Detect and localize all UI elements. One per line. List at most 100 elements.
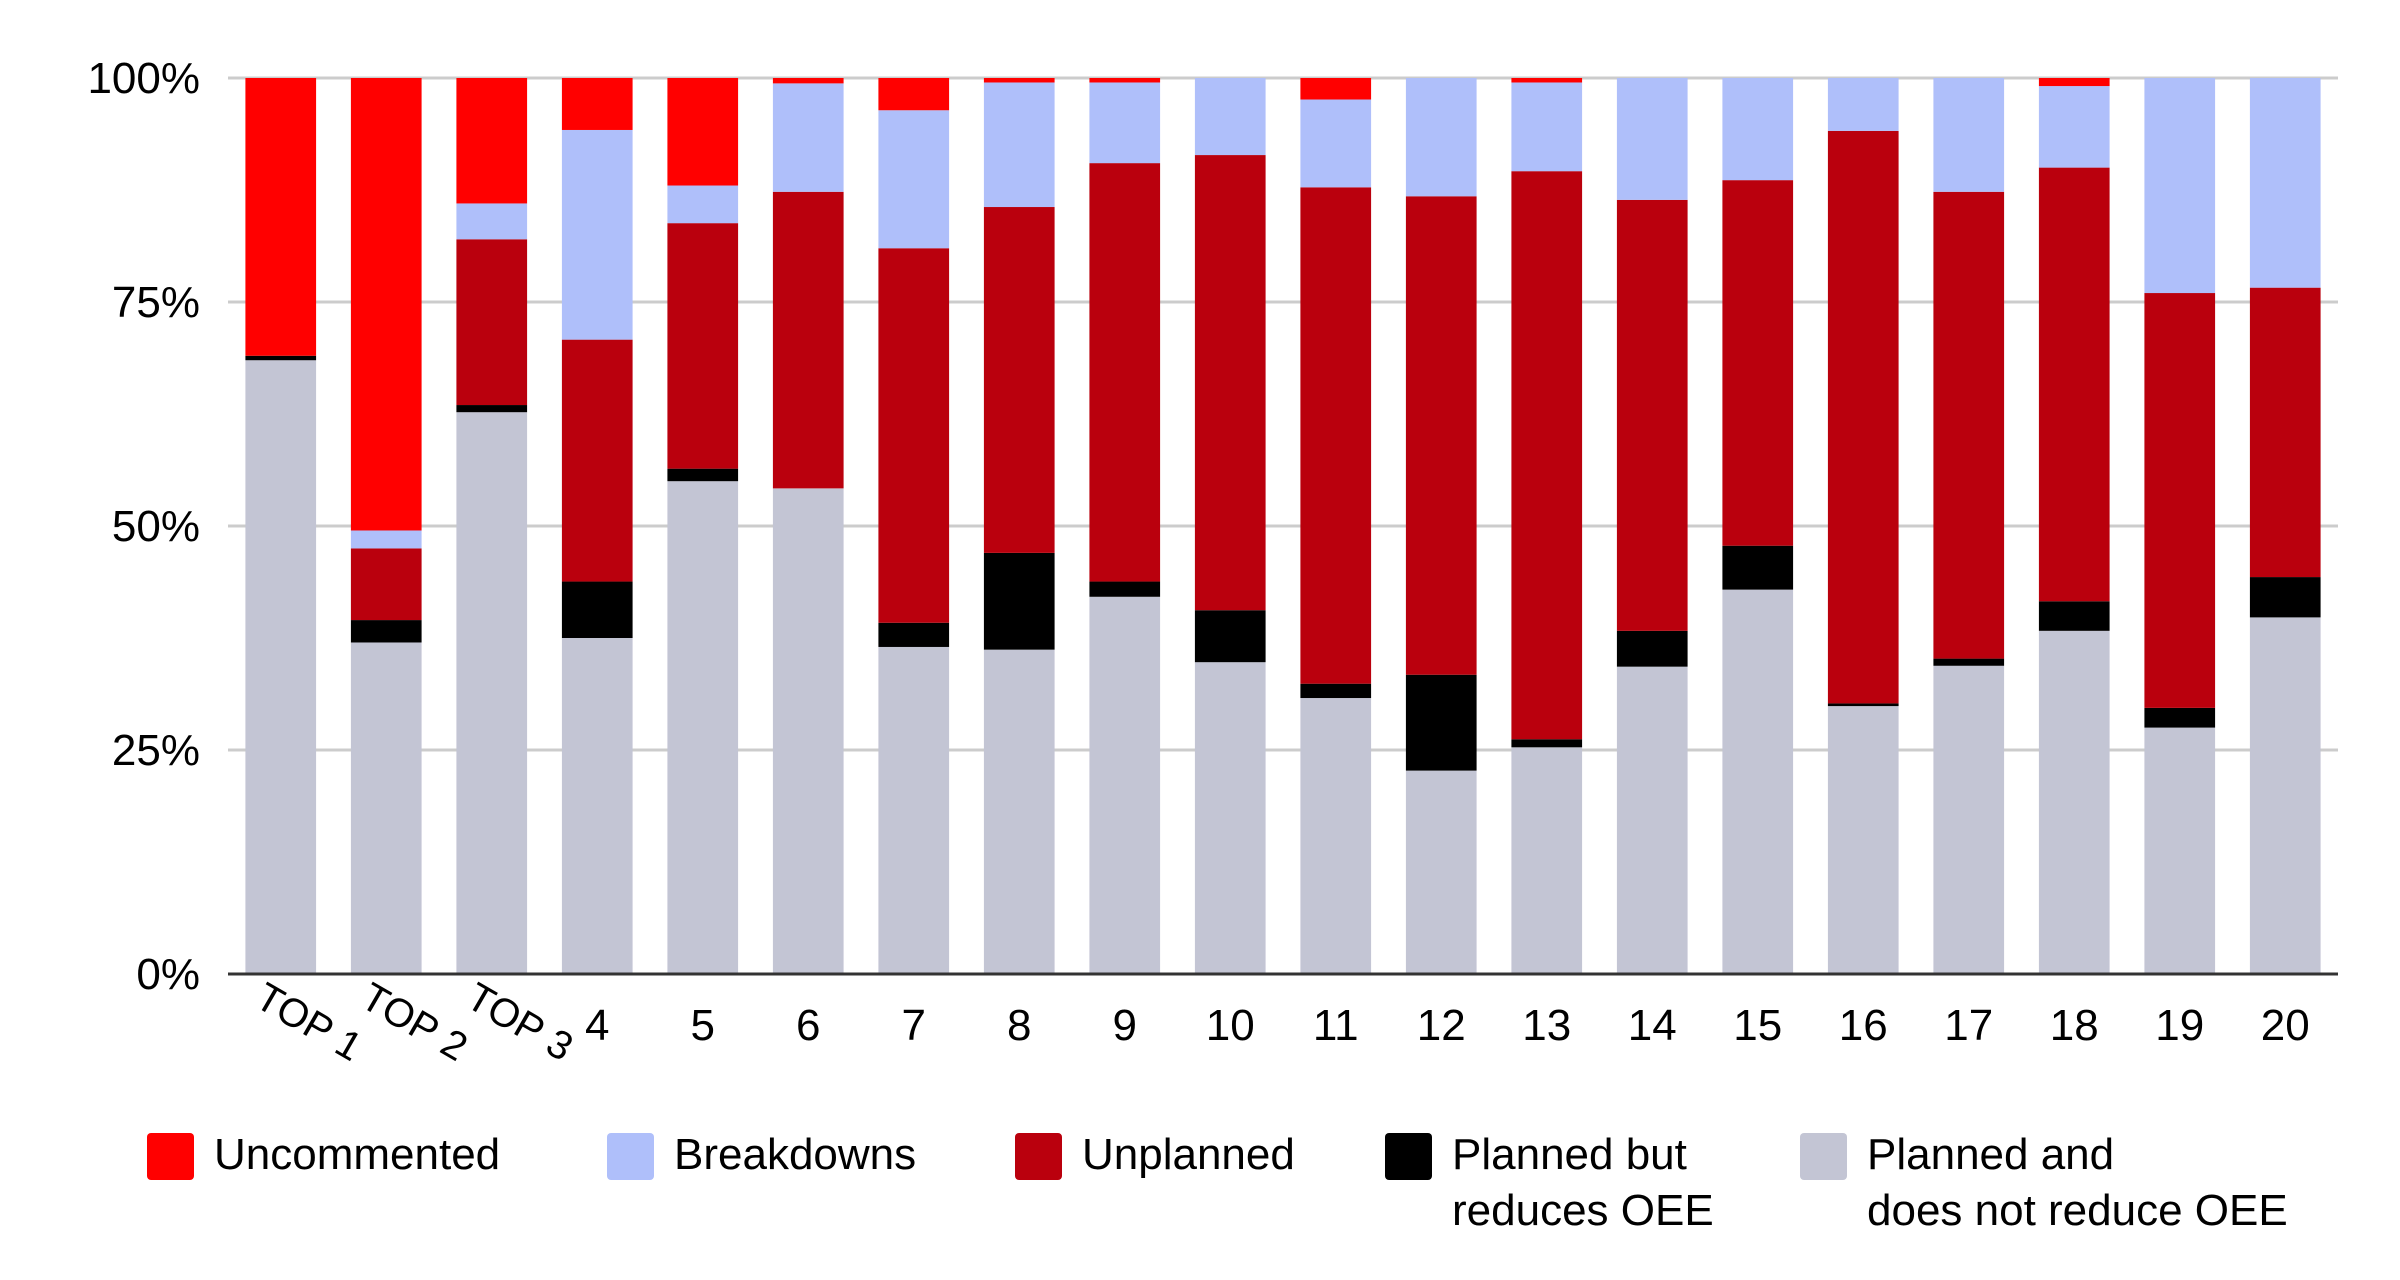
legend-label: Planned but reduces OEE	[1452, 1130, 1714, 1235]
bar-4	[561, 78, 633, 974]
planned-reduces-segment	[1300, 683, 1372, 699]
x-tick-label: 18	[2050, 1001, 2099, 1050]
bar-10	[1194, 78, 1266, 974]
x-tick-label: 17	[1944, 1001, 1993, 1050]
planned-not-reduce-segment	[983, 649, 1055, 974]
legend-label: Uncommented	[214, 1130, 501, 1179]
x-tick-label: 16	[1839, 1001, 1888, 1050]
planned-reduces-segment	[2144, 707, 2216, 728]
unplanned-segment	[1089, 163, 1161, 582]
legend-item-planned-not-reduce-oee[interactable]: Planned and does not reduce OEE	[1800, 1130, 2288, 1239]
breakdowns-segment	[1194, 78, 1266, 156]
planned-reduces-segment	[2249, 577, 2321, 618]
planned-not-reduce-segment	[350, 642, 422, 974]
bar-17	[1933, 78, 2005, 974]
planned-reduces-segment	[878, 622, 950, 647]
bar-11	[1300, 78, 1372, 974]
x-tick-label: TOP 1	[248, 975, 369, 1070]
unplanned-segment	[667, 223, 739, 469]
legend-label: Planned and does not reduce OEE	[1867, 1130, 2288, 1235]
planned-reduces-segment	[456, 405, 528, 413]
planned-not-reduce-segment	[561, 638, 633, 974]
unplanned-segment	[2144, 293, 2216, 708]
unplanned-segment	[1405, 196, 1477, 675]
x-tick-label: 12	[1417, 1001, 1466, 1050]
breakdowns-segment	[1405, 78, 1477, 197]
bar-20	[2249, 78, 2321, 974]
unplanned-segment	[1511, 171, 1583, 740]
x-tick-label: TOP 2	[354, 975, 475, 1070]
unplanned-segment	[878, 248, 950, 623]
planned-not-reduce-segment	[2144, 727, 2216, 974]
x-tick-label: 19	[2155, 1001, 2204, 1050]
breakdowns-segment	[561, 129, 633, 340]
bar-19	[2144, 78, 2216, 974]
bar-top-1	[245, 78, 317, 974]
legend-swatch	[1015, 1133, 1062, 1180]
unplanned-segment	[2249, 287, 2321, 578]
unplanned-segment	[1722, 180, 1794, 546]
bar-5	[667, 78, 739, 974]
unplanned-segment	[772, 191, 844, 489]
planned-reduces-segment	[245, 355, 317, 361]
y-tick-label: 25%	[112, 726, 200, 775]
legend-label: Unplanned	[1082, 1130, 1295, 1179]
x-tick-label: 11	[1313, 1001, 1359, 1050]
unplanned-segment	[2038, 167, 2110, 602]
uncommented-segment	[561, 78, 633, 130]
planned-reduces-segment	[1933, 658, 2005, 666]
unplanned-segment	[983, 207, 1055, 553]
breakdowns-segment	[878, 110, 950, 249]
unplanned-segment	[350, 548, 422, 621]
bar-9	[1089, 78, 1161, 974]
bar-12	[1405, 78, 1477, 974]
legend: Uncommented Breakdowns Unplanned Planned…	[147, 1130, 2347, 1253]
planned-not-reduce-segment	[245, 360, 317, 974]
planned-not-reduce-segment	[1616, 666, 1688, 974]
legend-item-unplanned[interactable]: Unplanned	[1015, 1130, 1295, 1183]
y-tick-label: 0%	[136, 950, 200, 999]
uncommented-segment	[350, 78, 422, 531]
legend-swatch	[1385, 1133, 1432, 1180]
breakdowns-segment	[1827, 78, 1899, 131]
planned-not-reduce-segment	[1722, 589, 1794, 974]
bar-18	[2038, 78, 2110, 974]
bar-16	[1827, 78, 1899, 974]
unplanned-segment	[456, 239, 528, 406]
planned-reduces-segment	[1827, 703, 1899, 707]
x-tick-label: 9	[1113, 1001, 1137, 1050]
planned-reduces-segment	[1511, 739, 1583, 748]
bar-top-3	[456, 78, 528, 974]
breakdowns-segment	[772, 83, 844, 192]
breakdowns-segment	[2038, 86, 2110, 168]
legend-item-uncommented[interactable]: Uncommented	[147, 1130, 500, 1183]
unplanned-segment	[561, 339, 633, 582]
planned-reduces-segment	[1405, 674, 1477, 771]
x-tick-label: 8	[1007, 1001, 1031, 1050]
bar-6	[772, 78, 844, 974]
planned-reduces-segment	[983, 552, 1055, 650]
y-tick-label: 75%	[112, 278, 200, 327]
breakdowns-segment	[2249, 78, 2321, 288]
bar-15	[1722, 78, 1794, 974]
legend-item-breakdowns[interactable]: Breakdowns	[607, 1130, 916, 1183]
uncommented-segment	[878, 78, 950, 111]
legend-swatch	[147, 1133, 194, 1180]
legend-item-planned-reduces-oee[interactable]: Planned but reduces OEE	[1385, 1130, 1714, 1239]
legend-swatch	[607, 1133, 654, 1180]
planned-reduces-segment	[2038, 601, 2110, 631]
unplanned-segment	[1827, 130, 1899, 704]
uncommented-segment	[245, 78, 317, 356]
planned-not-reduce-segment	[456, 412, 528, 974]
legend-label: Breakdowns	[674, 1130, 917, 1179]
x-tick-label: 4	[585, 1001, 609, 1050]
y-axis-ticks: 0% 25% 50% 75% 100%	[87, 54, 200, 999]
breakdowns-segment	[1722, 78, 1794, 181]
uncommented-segment	[1089, 78, 1161, 83]
planned-reduces-segment	[1616, 630, 1688, 667]
breakdowns-segment	[983, 82, 1055, 208]
bar-14	[1616, 78, 1688, 974]
x-tick-label: 7	[902, 1001, 926, 1050]
breakdowns-segment	[1300, 99, 1372, 188]
x-tick-label: TOP 3	[459, 975, 580, 1070]
